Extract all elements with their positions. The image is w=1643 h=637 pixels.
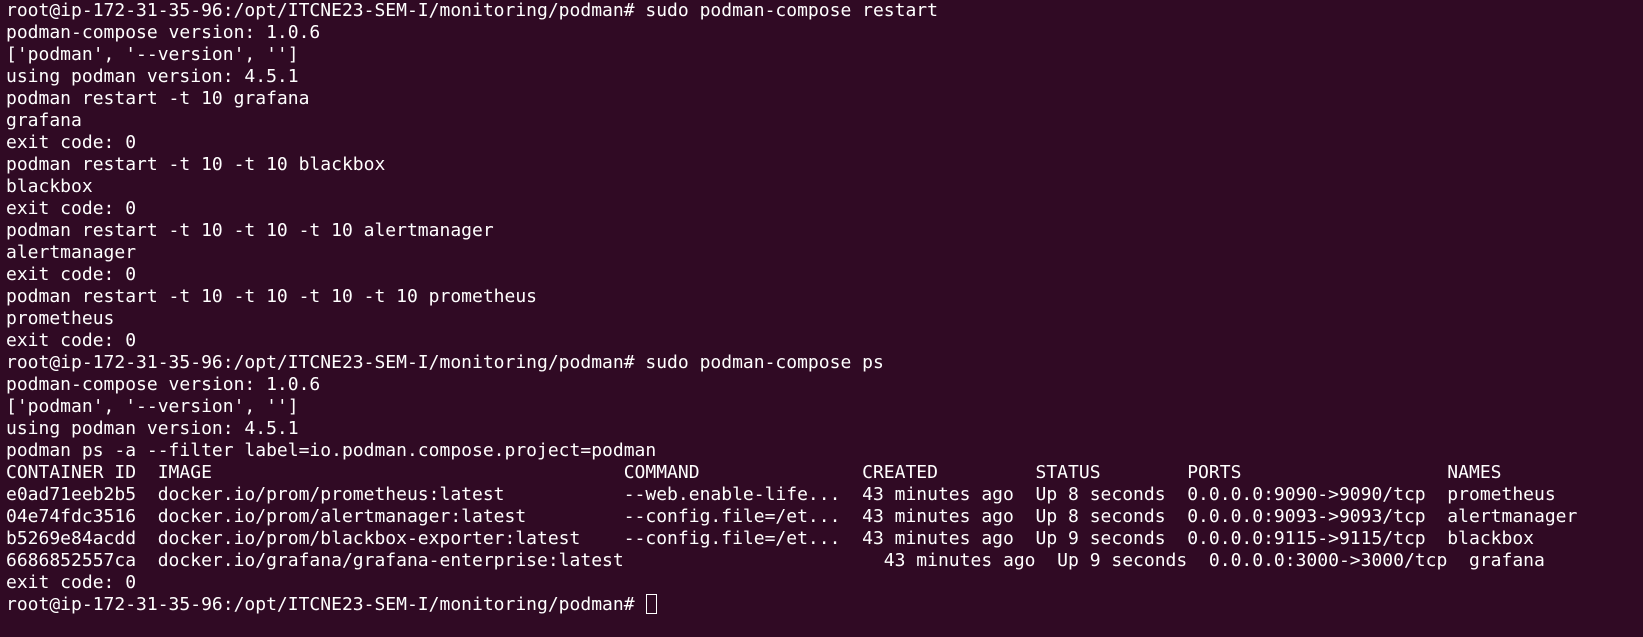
terminal-line: exit code: 0 bbox=[6, 572, 137, 593]
cursor bbox=[645, 594, 657, 614]
terminal-line: exit code: 0 bbox=[6, 198, 137, 219]
terminal-window[interactable]: root@ip-172-31-35-96:/opt/ITCNE23-SEM-I/… bbox=[0, 0, 1643, 637]
table-row: 04e74fdc3516 docker.io/prom/alertmanager… bbox=[6, 506, 1578, 527]
terminal-line: podman restart -t 10 -t 10 blackbox bbox=[6, 154, 386, 175]
terminal-line: podman restart -t 10 -t 10 -t 10 alertma… bbox=[6, 220, 494, 241]
table-row: 6686852557ca docker.io/grafana/grafana-e… bbox=[6, 550, 1545, 571]
terminal-line: podman restart -t 10 grafana bbox=[6, 88, 310, 109]
terminal-line: exit code: 0 bbox=[6, 264, 137, 285]
terminal-line: podman restart -t 10 -t 10 -t 10 -t 10 p… bbox=[6, 286, 538, 307]
terminal-line: ['podman', '--version', ''] bbox=[6, 44, 299, 65]
table-header: CONTAINER ID IMAGE COMMAND CREATED STATU… bbox=[6, 462, 1502, 483]
terminal-line: root@ip-172-31-35-96:/opt/ITCNE23-SEM-I/… bbox=[6, 352, 884, 373]
terminal-line: alertmanager bbox=[6, 242, 137, 263]
terminal-line: blackbox bbox=[6, 176, 93, 197]
table-row: e0ad71eeb2b5 docker.io/prom/prometheus:l… bbox=[6, 484, 1556, 505]
table-row: b5269e84acdd docker.io/prom/blackbox-exp… bbox=[6, 528, 1535, 549]
terminal-line: podman-compose version: 1.0.6 bbox=[6, 22, 321, 43]
terminal-line: podman-compose version: 1.0.6 bbox=[6, 374, 321, 395]
terminal-line: grafana bbox=[6, 110, 82, 131]
terminal-line: exit code: 0 bbox=[6, 330, 137, 351]
command-prompt-line[interactable]: root@ip-172-31-35-96:/opt/ITCNE23-SEM-I/… bbox=[6, 594, 1643, 616]
terminal-line: exit code: 0 bbox=[6, 132, 137, 153]
shell-prompt: root@ip-172-31-35-96:/opt/ITCNE23-SEM-I/… bbox=[6, 594, 635, 615]
terminal-line: using podman version: 4.5.1 bbox=[6, 66, 299, 87]
terminal-line: prometheus bbox=[6, 308, 115, 329]
terminal-line: root@ip-172-31-35-96:/opt/ITCNE23-SEM-I/… bbox=[6, 0, 938, 21]
terminal-line: podman ps -a --filter label=io.podman.co… bbox=[6, 440, 657, 461]
terminal-line: using podman version: 4.5.1 bbox=[6, 418, 299, 439]
terminal-line: ['podman', '--version', ''] bbox=[6, 396, 299, 417]
